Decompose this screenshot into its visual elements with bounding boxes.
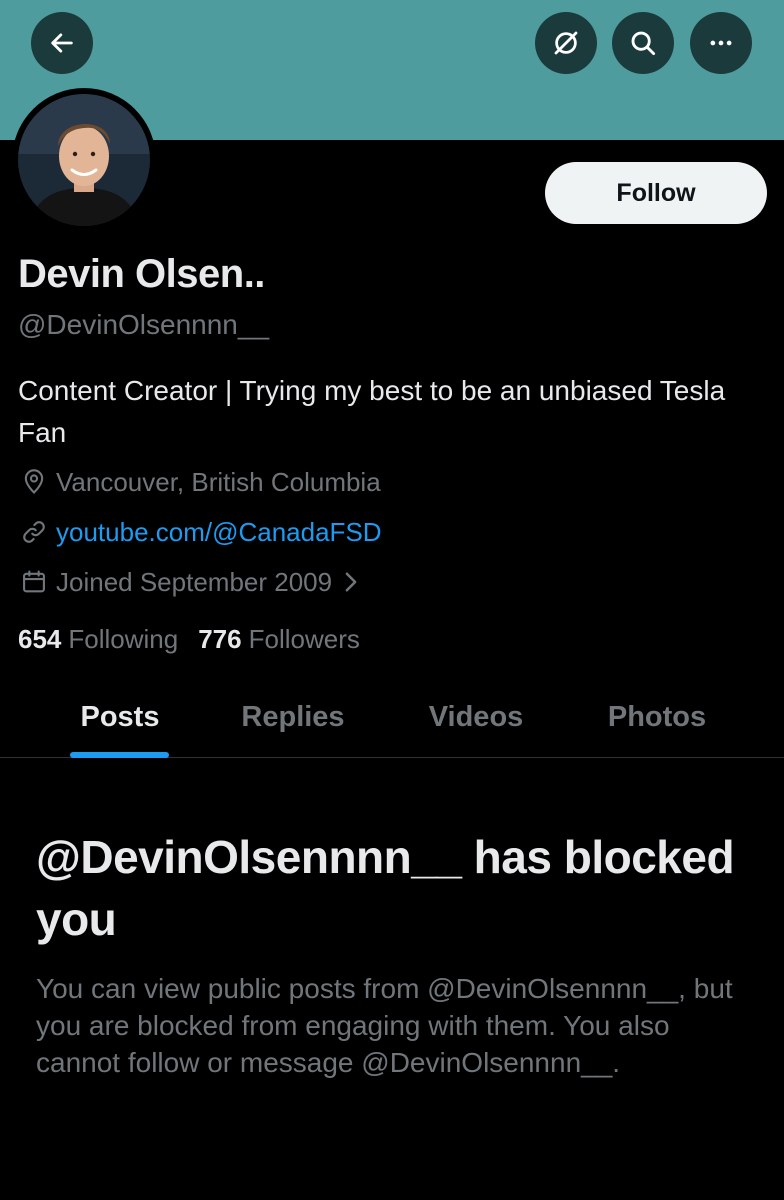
followers-label[interactable]: Followers [249, 624, 360, 655]
location-text: Vancouver, British Columbia [56, 466, 381, 497]
followers-count[interactable]: 776 [198, 624, 241, 655]
search-button[interactable] [612, 12, 674, 74]
blocked-message: You can view public posts from @DevinOls… [36, 973, 733, 1078]
avatar[interactable] [12, 88, 156, 232]
profile-link[interactable]: youtube.com/@CanadaFSD [56, 517, 382, 548]
back-button[interactable] [31, 12, 93, 74]
follow-button[interactable]: Follow [545, 162, 767, 224]
more-icon [710, 40, 732, 46]
link-row[interactable]: youtube.com/@CanadaFSD [18, 516, 382, 548]
more-button[interactable] [690, 12, 752, 74]
joined-text: Joined September 2009 [56, 566, 333, 597]
following-count[interactable]: 654 [18, 624, 61, 655]
location-pin-icon [18, 466, 50, 498]
joined-row[interactable]: Joined September 2009 [18, 566, 360, 598]
no-sign-icon [554, 31, 578, 55]
calendar-icon [18, 566, 50, 598]
blocked-title: @DevinOlsennnn__ has blocked you [36, 831, 735, 945]
follow-stats: 654 Following 776 Followers [18, 624, 360, 655]
grok-button[interactable] [535, 12, 597, 74]
profile-bio: Content Creator | Trying my best to be a… [18, 375, 726, 448]
profile-tabs: Posts Replies Videos Photos [0, 676, 784, 758]
profile-handle: @DevinOlsennnn__ [18, 309, 270, 340]
active-tab-indicator [70, 752, 169, 758]
tab-photos[interactable]: Photos [577, 676, 737, 758]
tab-replies[interactable]: Replies [213, 676, 373, 758]
tab-videos[interactable]: Videos [396, 676, 556, 758]
back-arrow-icon [51, 33, 73, 53]
location-row: Vancouver, British Columbia [18, 466, 381, 498]
profile-name: Devin Olsen.. [18, 252, 265, 296]
link-icon [18, 516, 50, 548]
profile-photo [18, 94, 150, 226]
search-icon [631, 31, 656, 56]
following-label[interactable]: Following [68, 624, 178, 655]
chevron-right-icon [342, 571, 360, 593]
tab-posts[interactable]: Posts [40, 676, 200, 758]
